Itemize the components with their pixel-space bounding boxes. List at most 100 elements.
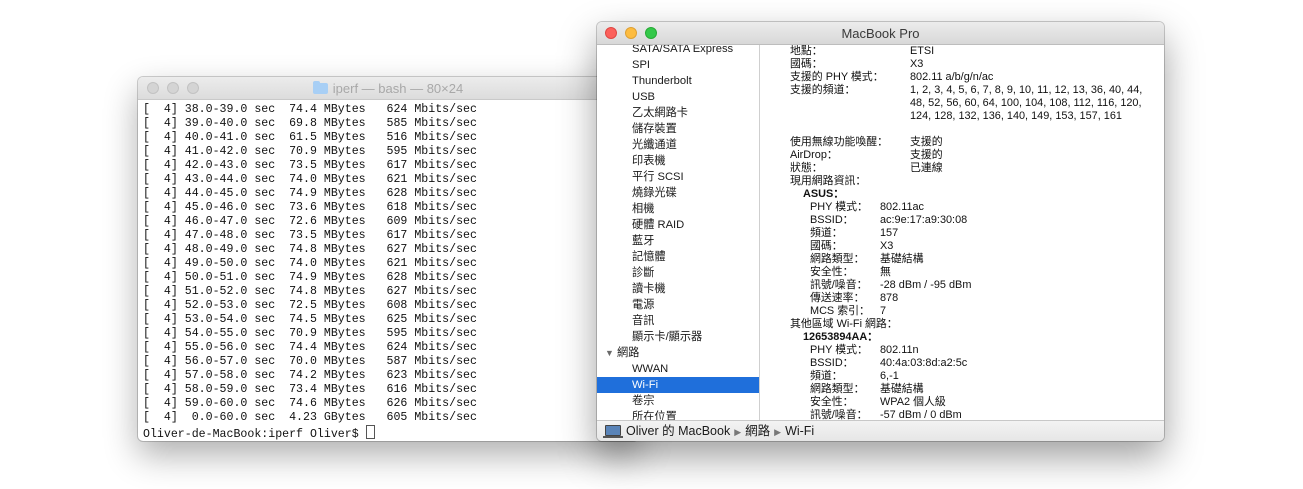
sidebar-item[interactable]: USB [597,89,759,105]
system-information-window[interactable]: MacBook Pro SATA/SATA Express SPI Thunderb… [597,22,1164,441]
detail-label: 安全性： [810,266,854,278]
detail-value: 40:4a:03:8d:a2:5c [880,357,968,369]
terminal-titlebar[interactable]: iperf — bash — 80×24 [138,77,638,100]
detail-label: BSSID： [810,214,854,226]
sidebar-item[interactable]: 儲存裝置 [597,121,759,137]
path-computer[interactable]: Oliver 的 MacBook [626,424,730,438]
country-label: 國碼： [790,58,823,70]
wake-label: 使用無線功能喚醒： [790,136,889,148]
text-cursor [365,425,375,439]
sidebar-item[interactable]: 相機 [597,201,759,217]
terminal-title: iperf — bash — 80×24 [138,81,638,96]
sidebar-item[interactable]: SATA/SATA Express [597,45,759,57]
chevron-right-icon: ▶ [734,427,742,437]
terminal-window[interactable]: iperf — bash — 80×24 [ 4] 38.0-39.0 sec … [138,77,638,441]
laptop-icon [603,425,623,438]
terminal-line: [ 4] 46.0-47.0 sec 72.6 MBytes 609 Mbits… [143,215,477,228]
sidebar-item[interactable]: 乙太網路卡 [597,105,759,121]
airdrop-label: AirDrop： [790,149,838,161]
detail-value: 6,-1 [880,370,899,382]
detail-pane[interactable]: 地點： ETSI 國碼： X3 支援的 PHY 模式： 802.11 a/b/g… [760,45,1164,420]
terminal-line: [ 4] 57.0-58.0 sec 74.2 MBytes 623 Mbits… [143,369,477,382]
detail-label: PHY 模式： [810,201,868,213]
sidebar-item[interactable]: WWAN [597,361,759,377]
detail-value: 基礎結構 [880,383,924,395]
terminal-line: [ 4] 53.0-54.0 sec 74.5 MBytes 625 Mbits… [143,313,477,326]
channels-label: 支援的頻道： [790,84,856,96]
sidebar-item[interactable]: 顯示卡/顯示器 [597,329,759,345]
path-bar: Oliver 的 MacBook ▶ 網路 ▶ Wi-Fi [597,420,1164,441]
disclosure-triangle-icon[interactable]: ▼ [605,345,617,361]
detail-label: PHY 模式： [810,344,868,356]
terminal-prompt-line[interactable]: Oliver-de-MacBook:iperf Oliver$ [143,425,633,441]
terminal-line: [ 4] 58.0-59.0 sec 73.4 MBytes 616 Mbits… [143,383,477,396]
sidebar-item[interactable]: 藍牙 [597,233,759,249]
path-item[interactable]: Wi-Fi [785,424,814,438]
terminal-line: [ 4] 51.0-52.0 sec 74.8 MBytes 627 Mbits… [143,285,477,298]
sidebar-item[interactable]: Thunderbolt [597,73,759,89]
detail-label: 網路類型： [810,383,865,395]
phy-label: 支援的 PHY 模式： [790,71,884,83]
sidebar-item[interactable]: 電源 [597,297,759,313]
terminal-line: [ 4] 52.0-53.0 sec 72.5 MBytes 608 Mbits… [143,299,477,312]
current-network-label: 現用網路資訊： [790,175,867,187]
sidebar-item[interactable]: 印表機 [597,153,759,169]
terminal-line: [ 4] 45.0-46.0 sec 73.6 MBytes 618 Mbits… [143,201,477,214]
detail-label: 國碼： [810,240,843,252]
terminal-line: [ 4] 59.0-60.0 sec 74.6 MBytes 626 Mbits… [143,397,477,410]
sysinfo-titlebar[interactable]: MacBook Pro [597,22,1164,45]
path-section[interactable]: 網路 [745,424,770,438]
sidebar-item[interactable]: 卷宗 [597,393,759,409]
terminal-line: [ 4] 54.0-55.0 sec 70.9 MBytes 595 Mbits… [143,327,477,340]
detail-label: 網路類型： [810,253,865,265]
sidebar-item[interactable]: 診斷 [597,265,759,281]
terminal-line: [ 4] 47.0-48.0 sec 73.5 MBytes 617 Mbits… [143,229,477,242]
terminal-line: [ 4] 48.0-49.0 sec 74.8 MBytes 627 Mbits… [143,243,477,256]
window-title: MacBook Pro [841,26,920,41]
sidebar-item[interactable]: 音訊 [597,313,759,329]
sidebar-item[interactable]: SPI [597,57,759,73]
detail-value: 157 [880,227,899,239]
sidebar[interactable]: SATA/SATA Express SPI Thunderbolt USB 乙太網路卡儲… [597,45,760,420]
terminal-line: [ 4] 42.0-43.0 sec 73.5 MBytes 617 Mbits… [143,159,477,172]
detail-label: MCS 索引： [810,305,870,317]
channels-value: 1, 2, 3, 4, 5, 6, 7, 8, 9, 10, 11, 12, 1… [910,84,1143,122]
sidebar-item[interactable]: 燒錄光碟 [597,185,759,201]
sidebar-item[interactable]: 硬體 RAID [597,217,759,233]
detail-label: 訊號/噪音： [810,279,868,291]
status-value: 已連線 [910,162,943,174]
detail-label: BSSID： [810,357,854,369]
sidebar-item[interactable]: 平行 SCSI [597,169,759,185]
other-network-name: 12653894AA： [803,331,879,343]
terminal-output[interactable]: [ 4] 38.0-39.0 sec 74.4 MBytes 624 Mbits… [138,100,638,441]
terminal-line: [ 4] 44.0-45.0 sec 74.9 MBytes 628 Mbits… [143,187,477,200]
detail-value: 7 [880,305,887,317]
chevron-right-icon: ▶ [774,427,782,437]
sidebar-item[interactable]: 所在位置 [597,409,759,420]
sidebar-item[interactable]: 記憶體 [597,249,759,265]
detail-label: 頻道： [810,370,843,382]
sidebar-item[interactable]: Wi-Fi [597,377,759,393]
terminal-line: [ 4] 39.0-40.0 sec 69.8 MBytes 585 Mbits… [143,117,477,130]
detail-value: ac:9e:17:a9:30:08 [880,214,968,226]
detail-label: 安全性： [810,396,854,408]
shell-prompt: Oliver-de-MacBook:iperf Oliver$ [143,428,366,441]
current-network-name: ASUS： [803,188,845,200]
status-label: 狀態： [790,162,823,174]
terminal-line: [ 4] 49.0-50.0 sec 74.0 MBytes 621 Mbits… [143,257,477,270]
phy-value: 802.11 a/b/g/n/ac [910,71,994,83]
other-networks-label: 其他區域 Wi-Fi 網路： [790,318,898,330]
terminal-line: [ 4] 41.0-42.0 sec 70.9 MBytes 595 Mbits… [143,145,477,158]
sidebar-item[interactable]: 讀卡機 [597,281,759,297]
country-value: X3 [910,58,924,70]
detail-value: -28 dBm / -95 dBm [880,279,972,291]
sidebar-item[interactable]: 光纖通道 [597,137,759,153]
location-value: ETSI [910,45,935,57]
terminal-line: [ 4] 40.0-41.0 sec 61.5 MBytes 516 Mbits… [143,131,477,144]
folder-icon [312,81,328,94]
sidebar-group-network[interactable]: ▼ 網路 [597,345,759,361]
terminal-line: [ 4] 55.0-56.0 sec 74.4 MBytes 624 Mbits… [143,341,477,354]
detail-value: 無 [880,266,891,278]
detail-value: 878 [880,292,899,304]
detail-value: 802.11n [880,344,919,356]
